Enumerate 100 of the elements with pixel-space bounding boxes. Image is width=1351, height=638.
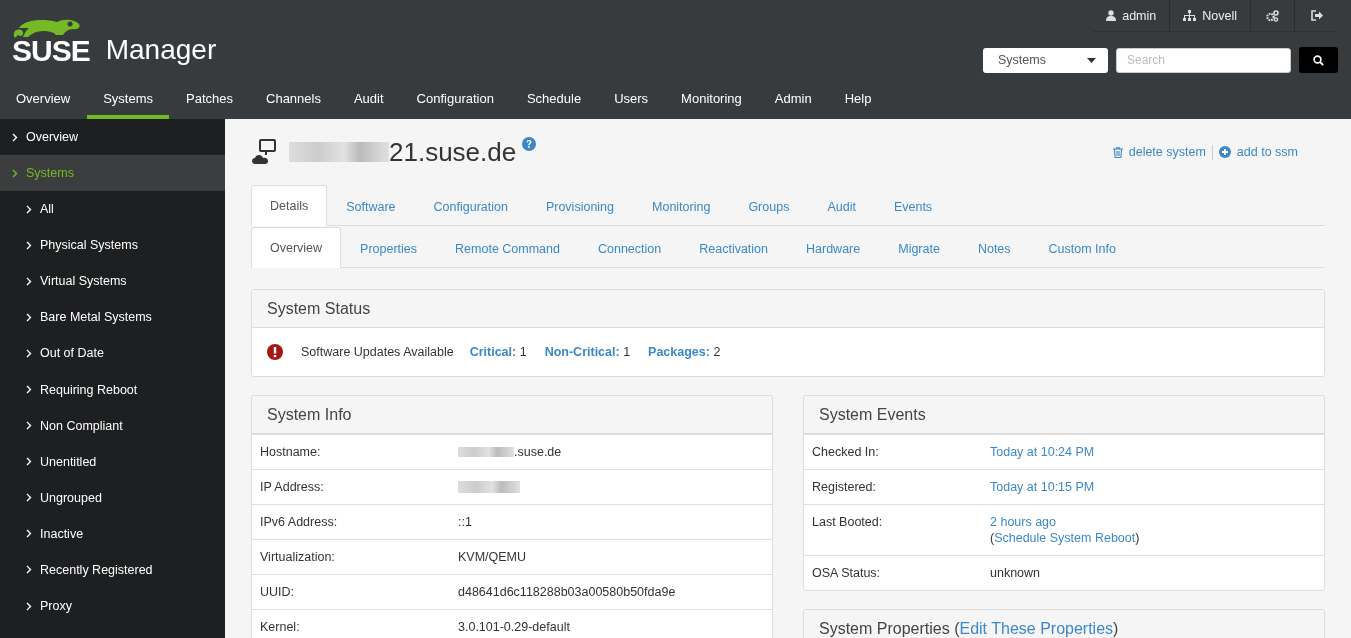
sidebar-item[interactable]: Inactive — [0, 515, 225, 552]
nav-tab[interactable]: Overview — [0, 82, 87, 119]
chevron-icon — [26, 204, 32, 214]
field-label: OSA Status: — [812, 565, 882, 581]
logo-product: Manager — [105, 35, 217, 65]
event-time-link[interactable]: Today at 10:15 PM — [990, 479, 1095, 495]
field-label: IP Address: — [260, 479, 325, 495]
sidebar-item[interactable]: Ungrouped — [0, 479, 225, 516]
search-icon — [1313, 54, 1324, 66]
field-label: Kernel: — [260, 619, 301, 635]
chevron-icon — [12, 168, 18, 178]
subtab[interactable]: Reactivation — [680, 228, 788, 268]
nav-tab[interactable]: Users — [598, 82, 665, 119]
update-count[interactable]: Packages: 2 — [648, 345, 721, 359]
plus-circle-icon — [1218, 146, 1231, 158]
update-count[interactable]: Critical: 1 — [469, 345, 527, 359]
sidebar-item[interactable]: Virtual Systems — [0, 263, 225, 300]
nav-tab[interactable]: Patches — [170, 82, 249, 119]
logo-brand: SUSE — [12, 18, 90, 66]
search-field[interactable]: Search — [1116, 47, 1291, 73]
schedule-reboot-link[interactable]: Schedule System Reboot — [994, 531, 1136, 545]
system-icon — [251, 139, 277, 165]
system-hostname-title: 21.suse.de — [289, 136, 517, 168]
subtab[interactable]: Custom Info — [1029, 228, 1135, 268]
tab[interactable]: Groups — [729, 186, 809, 226]
alert-icon — [267, 344, 283, 360]
panel-title: System Events — [804, 396, 1324, 434]
field-value: unknown — [990, 565, 1041, 581]
user-link[interactable]: admin — [1093, 0, 1170, 31]
event-time-link[interactable]: Today at 10:24 PM — [990, 444, 1095, 460]
chevron-icon — [12, 132, 18, 142]
sidebar-item[interactable]: All — [0, 191, 225, 228]
nav-tab[interactable]: Monitoring — [665, 82, 758, 119]
sidebar-item[interactable]: Systems — [0, 155, 225, 191]
field-label: UUID: — [260, 584, 296, 600]
chevron-icon — [26, 421, 32, 431]
field-label: Virtualization: — [260, 549, 336, 565]
subtab[interactable]: Notes — [958, 228, 1030, 268]
subtab[interactable]: Migrate — [879, 228, 959, 268]
search-scope-dropdown[interactable]: Systems — [983, 47, 1108, 73]
org-link[interactable]: Novell — [1169, 0, 1250, 31]
field-label: Hostname: — [260, 444, 322, 460]
subtab[interactable]: Remote Command — [436, 228, 579, 268]
edit-properties-link[interactable]: Edit These Properties — [959, 619, 1114, 638]
search-button[interactable] — [1299, 47, 1338, 73]
panel-title: System Properties (Edit These Properties) — [804, 610, 1324, 638]
chevron-icon — [26, 240, 32, 250]
update-count[interactable]: Non-Critical: 1 — [544, 345, 631, 359]
status-message: Software Updates Available — [301, 345, 454, 359]
tab[interactable]: Provisioning — [526, 186, 633, 226]
chevron-icon — [26, 348, 32, 358]
chevron-icon — [26, 312, 32, 322]
user-icon — [1106, 10, 1117, 21]
field-label: Checked In: — [812, 444, 880, 460]
chevron-icon — [26, 385, 32, 394]
subtab[interactable]: Connection — [579, 228, 681, 268]
sidebar-item[interactable]: Physical Systems — [0, 227, 225, 264]
add-to-ssm-link[interactable]: add to ssm — [1212, 145, 1304, 159]
reboot-note: (Schedule System Reboot) — [990, 530, 1140, 546]
sidebar-item[interactable]: Overview — [0, 119, 225, 155]
tab[interactable]: Details — [251, 185, 328, 226]
subtab[interactable]: Hardware — [787, 228, 880, 268]
chevron-icon — [26, 565, 32, 575]
field-value: .suse.de — [458, 444, 562, 460]
trash-icon — [1112, 146, 1123, 158]
nav-tab[interactable]: Audit — [337, 82, 400, 119]
chevron-icon — [26, 276, 32, 286]
nav-tab[interactable]: Schedule — [510, 82, 598, 119]
field-label: Last Booted: — [812, 514, 884, 531]
chevron-icon — [26, 457, 32, 467]
event-time-link[interactable]: 2 hours ago — [990, 514, 1140, 530]
sidebar-item[interactable]: Out of Date — [0, 335, 225, 372]
panel-title: System Info — [252, 396, 772, 434]
sidebar-item[interactable]: Unentitled — [0, 443, 225, 480]
nav-tab[interactable]: Channels — [250, 82, 337, 119]
subtab[interactable]: Overview — [251, 227, 342, 268]
nav-tab[interactable]: Help — [828, 82, 888, 119]
field-value: d48641d6c118288b03a00580b50fda9e — [458, 584, 676, 600]
chevron-icon — [26, 601, 32, 611]
tab[interactable]: Monitoring — [633, 186, 730, 226]
sidebar-item[interactable]: Requiring Reboot — [0, 371, 225, 408]
sidebar-item[interactable]: Bare Metal Systems — [0, 299, 225, 336]
sidebar-item[interactable]: Recently Registered — [0, 551, 225, 589]
tab[interactable]: Audit — [808, 186, 875, 226]
delete-system-link[interactable]: delete system — [1106, 145, 1212, 159]
help-icon[interactable] — [522, 136, 537, 151]
field-value: KVM/QEMU — [458, 549, 527, 565]
subtab[interactable]: Properties — [341, 228, 437, 268]
tab[interactable]: Software — [327, 186, 415, 226]
field-value: 3.0.101-0.29-default — [458, 619, 570, 635]
logout-icon — [1310, 10, 1323, 21]
sitemap-icon — [1183, 10, 1197, 21]
sidebar-item[interactable]: Proxy — [0, 588, 225, 625]
tab[interactable]: Configuration — [414, 186, 527, 226]
nav-tab[interactable]: Admin — [758, 82, 828, 119]
sidebar-item[interactable]: Non Compliant — [0, 407, 225, 444]
field-label: IPv6 Address: — [260, 514, 339, 530]
nav-tab[interactable]: Configuration — [400, 82, 510, 119]
tab[interactable]: Events — [874, 186, 952, 226]
field-label: Registered: — [812, 479, 877, 495]
